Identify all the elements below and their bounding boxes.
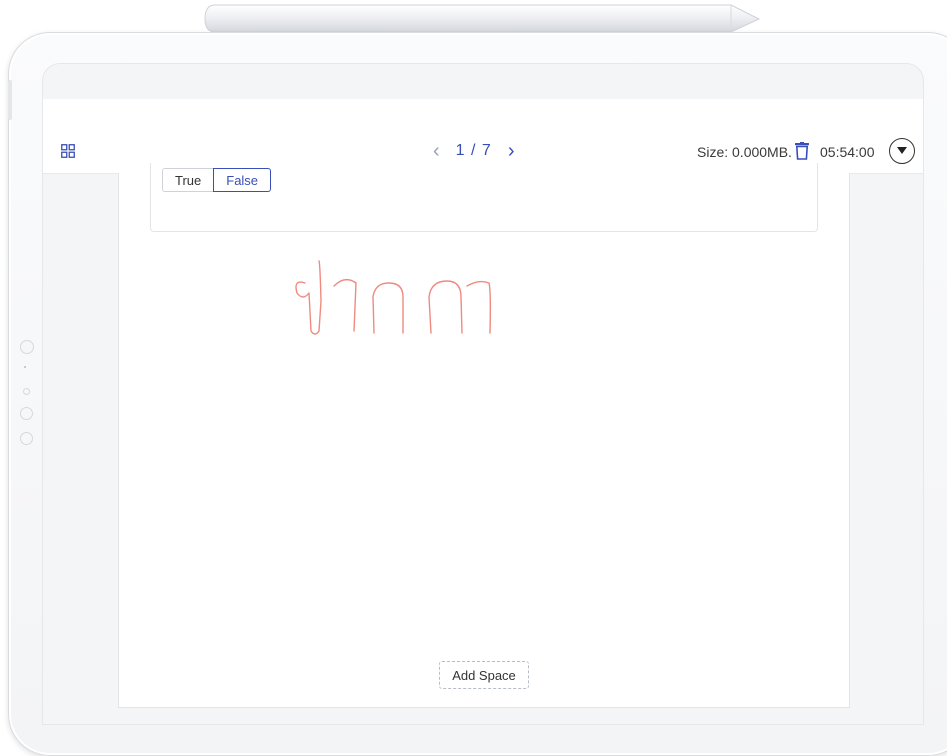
question-card: True False xyxy=(150,163,818,232)
trash-icon[interactable] xyxy=(794,142,810,160)
page-indicator: 1 / 7 xyxy=(455,142,492,159)
side-dot xyxy=(24,366,26,368)
volume-edge xyxy=(8,80,12,120)
false-option-button[interactable]: False xyxy=(213,168,272,192)
side-button xyxy=(20,407,33,420)
stylus-pencil xyxy=(204,4,761,33)
add-space-button[interactable]: Add Space xyxy=(439,661,529,689)
side-button xyxy=(20,432,33,445)
grid-icon[interactable] xyxy=(61,144,75,158)
side-button xyxy=(20,340,34,354)
caret-down-icon xyxy=(897,147,907,154)
true-option-button[interactable]: True xyxy=(162,168,214,192)
menu-dropdown-button[interactable] xyxy=(889,138,915,164)
chevron-right-icon[interactable]: › xyxy=(508,139,515,163)
worksheet-page[interactable]: True False Add Space xyxy=(118,163,850,708)
timer: 05:54:00 xyxy=(820,144,875,160)
true-false-toggle: True False xyxy=(162,168,272,192)
screen: ‹ 1 / 7 › Size: 0.000MB. 05:54:00 True F… xyxy=(42,63,924,725)
handwriting-strokes xyxy=(295,260,492,335)
side-button xyxy=(23,388,30,395)
page-navigator: ‹ 1 / 7 › xyxy=(433,139,514,163)
chevron-left-icon[interactable]: ‹ xyxy=(433,139,440,163)
file-size-label: Size: 0.000MB. xyxy=(697,144,792,160)
